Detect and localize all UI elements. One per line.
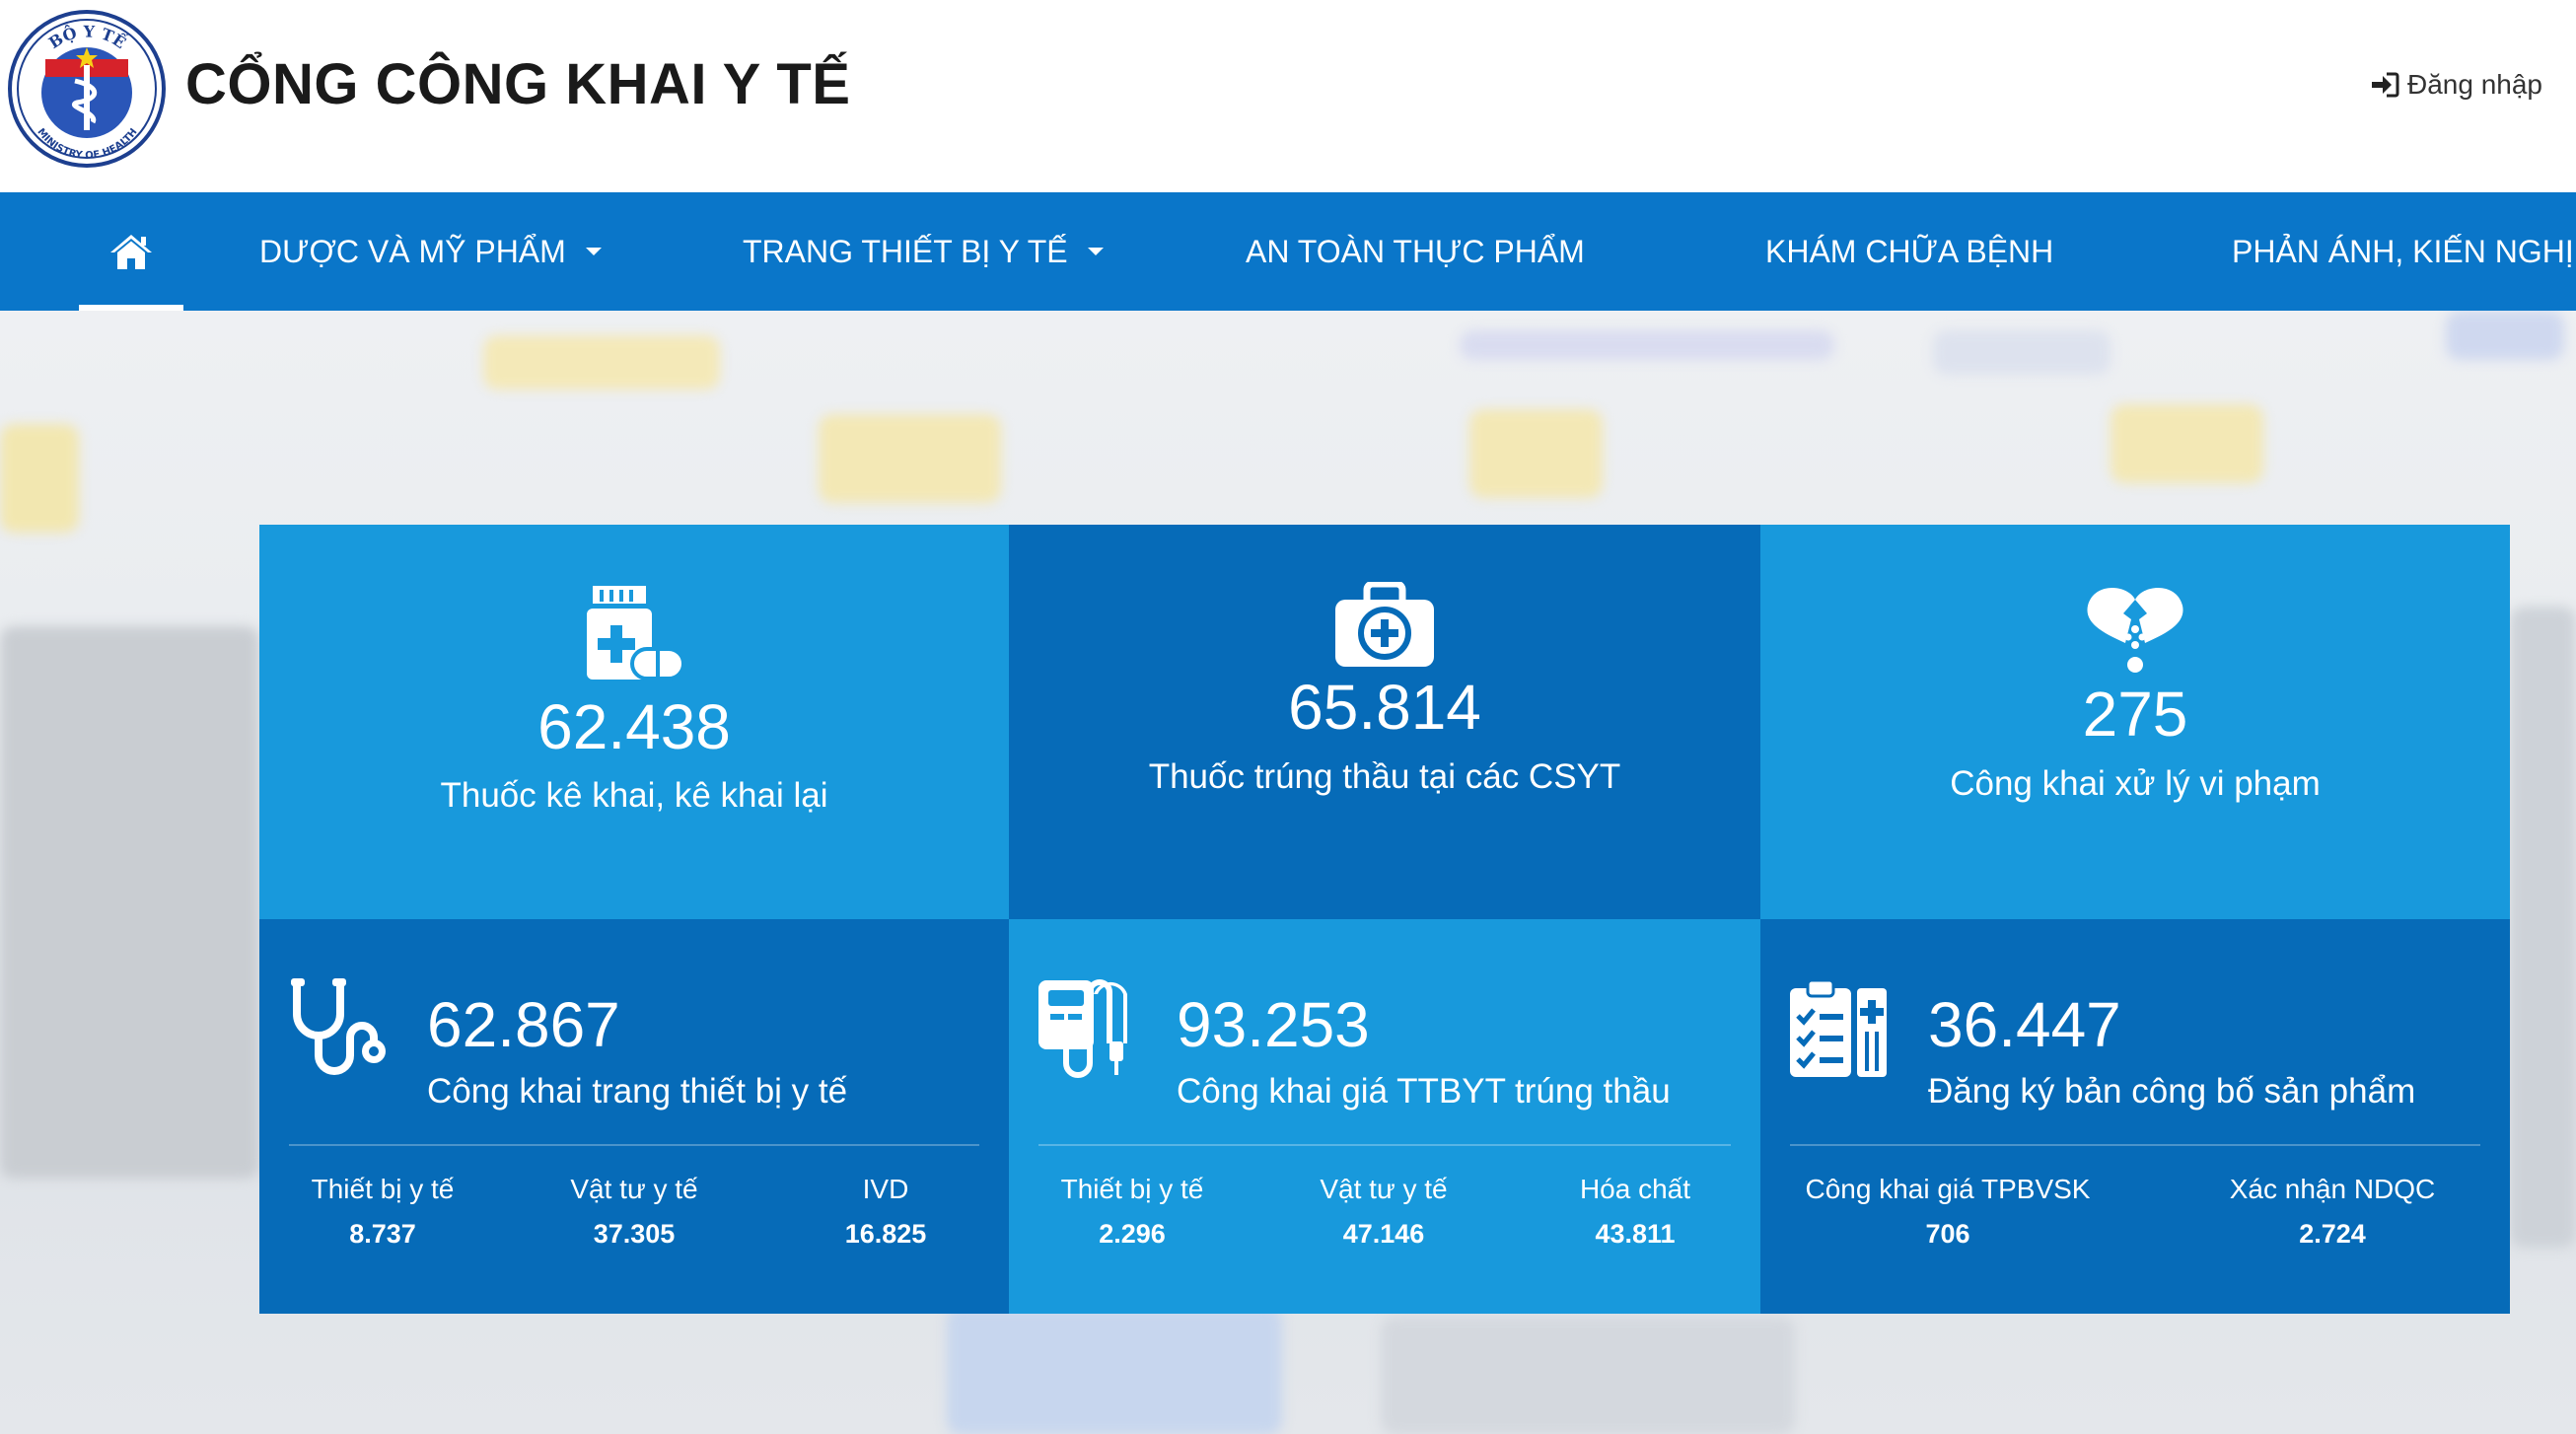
sub-stat[interactable]: Vật tư y tế 37.305 xyxy=(540,1174,728,1250)
bg-shape xyxy=(1933,330,2111,375)
site-title[interactable]: CỔNG CÔNG KHAI Y TẾ xyxy=(185,51,850,117)
bg-shape xyxy=(2510,607,2576,1248)
nav-duoc-my-pham[interactable]: DƯỢC VÀ MỸ PHẨM xyxy=(259,192,602,311)
sub-stat-value: 37.305 xyxy=(593,1219,676,1249)
stats-grid: 62.438 Thuốc kê khai, kê khai lại 65.814… xyxy=(259,525,2510,1314)
sub-stat-label: Hóa chất xyxy=(1579,1174,1691,1204)
nav-kham-chua-benh[interactable]: KHÁM CHỮA BỆNH xyxy=(1765,192,2053,311)
caret-down-icon xyxy=(1087,248,1104,255)
bg-shape xyxy=(2111,404,2263,483)
stat-label: Công khai giá TTBYT trúng thầu xyxy=(1177,1072,1671,1111)
login-link[interactable]: Đăng nhập xyxy=(2370,69,2542,101)
login-label: Đăng nhập xyxy=(2406,69,2542,100)
nav-label: KHÁM CHỮA BỆNH xyxy=(1765,233,2054,269)
bg-shape xyxy=(947,1307,1282,1434)
stat-value: 36.447 xyxy=(1928,989,2121,1060)
ministry-of-health-logo[interactable]: BỘ Y TẾ MINISTRY OF HEALTH xyxy=(6,8,169,171)
broken-heart-icon xyxy=(2087,587,2183,673)
bg-shape xyxy=(1381,1317,1795,1434)
stat-value: 93.253 xyxy=(1177,989,1370,1060)
caret-down-icon xyxy=(585,248,602,255)
bg-shape xyxy=(0,424,79,533)
sign-in-icon xyxy=(2371,72,2399,98)
stethoscope-icon xyxy=(291,978,386,1075)
sub-stat[interactable]: Thiết bị y tế 8.737 xyxy=(289,1174,476,1250)
stat-tile-trang-thiet-bi[interactable]: 62.867 Công khai trang thiết bị y tế Thi… xyxy=(259,919,1009,1314)
nav-label: TRANG THIẾT BỊ Y TẾ xyxy=(743,233,1068,269)
nav-label: AN TOÀN THỰC PHẨM xyxy=(1246,233,1585,269)
divider xyxy=(1790,1144,2480,1146)
sub-stat-value: 2.724 xyxy=(2299,1219,2366,1249)
sub-stat-label: Thiết bị y tế xyxy=(1060,1174,1204,1204)
sub-stat-value: 2.296 xyxy=(1099,1219,1166,1249)
nav-trang-thiet-bi[interactable]: TRANG THIẾT BỊ Y TẾ xyxy=(743,192,1104,311)
sub-stat-label: Vật tư y tế xyxy=(1320,1174,1448,1204)
stat-label: Thuốc trúng thầu tại các CSYT xyxy=(1148,757,1621,796)
stat-label: Công khai trang thiết bị y tế xyxy=(427,1072,848,1111)
home-icon xyxy=(110,235,152,269)
sub-stat[interactable]: Vật tư y tế 47.146 xyxy=(1290,1174,1477,1250)
nav-label: DƯỢC VÀ MỸ PHẨM xyxy=(259,233,566,269)
stat-tile-ban-cong-bo[interactable]: 36.447 Đăng ký bản công bố sản phẩm Công… xyxy=(1760,919,2510,1314)
stat-value: 275 xyxy=(2082,679,2188,750)
nav-label: PHẢN ÁNH, KIẾN NGHỊ xyxy=(2232,233,2574,269)
stat-tile-gia-ttbyt[interactable]: 93.253 Công khai giá TTBYT trúng thầu Th… xyxy=(1009,919,1760,1314)
sub-stat-label: Công khai giá TPBVSK xyxy=(1805,1174,2091,1204)
stat-label: Thuốc kê khai, kê khai lại xyxy=(440,776,828,815)
bg-shape xyxy=(483,335,720,390)
bg-shape xyxy=(1460,330,1834,360)
bg-shape xyxy=(819,414,1001,503)
stat-tile-thuoc-trung-thau[interactable]: 65.814 Thuốc trúng thầu tại các CSYT xyxy=(1009,525,1760,919)
stat-tile-xu-ly-vi-pham[interactable]: 275 Công khai xử lý vi phạm xyxy=(1760,525,2510,919)
bg-shape xyxy=(2446,311,2564,360)
nav-home[interactable] xyxy=(79,192,183,311)
sub-stat-label: Vật tư y tế xyxy=(570,1174,698,1204)
stat-value: 62.867 xyxy=(427,989,620,1060)
bg-shape xyxy=(1469,409,1603,498)
sub-stat-value: 8.737 xyxy=(349,1219,416,1249)
infusion-device-icon xyxy=(1038,979,1127,1078)
sub-stat[interactable]: IVD 16.825 xyxy=(792,1174,979,1250)
nav-phan-anh-kien-nghi[interactable]: PHẢN ÁNH, KIẾN NGHỊ xyxy=(2232,192,2574,311)
sub-stat[interactable]: Xác nhận NDQC 2.724 xyxy=(2184,1174,2480,1250)
sub-stat[interactable]: Thiết bị y tế 2.296 xyxy=(1038,1174,1226,1250)
first-aid-kit-icon xyxy=(1335,582,1434,667)
sub-stat-value: 16.825 xyxy=(844,1219,927,1249)
bg-shape xyxy=(0,626,259,1179)
sub-stat-label: IVD xyxy=(862,1174,909,1204)
sub-stat-label: Xác nhận NDQC xyxy=(2229,1174,2436,1204)
site-header: BỘ Y TẾ MINISTRY OF HEALTH CỔNG CÔNG KHA… xyxy=(0,0,2576,192)
medicine-bottle-icon xyxy=(587,586,685,681)
sub-stat-value: 47.146 xyxy=(1342,1219,1425,1249)
stat-tile-thuoc-ke-khai[interactable]: 62.438 Thuốc kê khai, kê khai lại xyxy=(259,525,1009,919)
divider xyxy=(1038,1144,1731,1146)
sub-stat-label: Thiết bị y tế xyxy=(311,1174,455,1204)
stat-label: Công khai xử lý vi phạm xyxy=(1950,764,2321,803)
clipboard-checklist-icon xyxy=(1790,978,1887,1077)
divider xyxy=(289,1144,979,1146)
nav-an-toan-thuc-pham[interactable]: AN TOÀN THỰC PHẨM xyxy=(1246,192,1585,311)
main-nav: DƯỢC VÀ MỸ PHẨM TRANG THIẾT BỊ Y TẾ AN T… xyxy=(0,192,2576,311)
stat-value: 65.814 xyxy=(1288,672,1481,743)
sub-stat-value: 706 xyxy=(1925,1219,1970,1249)
sub-stat[interactable]: Công khai giá TPBVSK 706 xyxy=(1790,1174,2106,1250)
sub-stat-value: 43.811 xyxy=(1595,1219,1676,1249)
stat-value: 62.438 xyxy=(537,691,731,762)
stat-label: Đăng ký bản công bố sản phẩm xyxy=(1928,1072,2416,1111)
sub-stat[interactable]: Hóa chất 43.811 xyxy=(1541,1174,1729,1250)
